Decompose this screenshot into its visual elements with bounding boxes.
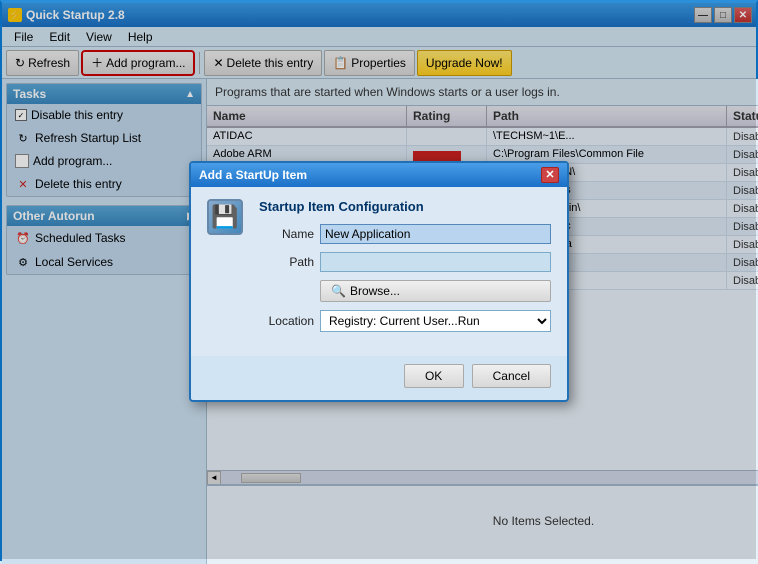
name-label: Name — [259, 227, 314, 241]
dialog-form: Startup Item Configuration Name Path 🔍 B… — [259, 199, 551, 344]
main-window: ⚡ Quick Startup 2.8 — □ ✕ File Edit View… — [0, 0, 758, 561]
name-row: Name — [259, 224, 551, 244]
name-input[interactable] — [320, 224, 551, 244]
dialog-close-button[interactable]: ✕ — [541, 167, 559, 183]
browse-icon: 🔍 — [331, 284, 346, 298]
location-row: Location Registry: Current User...Run — [259, 310, 551, 332]
path-label: Path — [259, 255, 314, 269]
dialog-app-icon: 💾 — [207, 199, 243, 235]
dialog-body: 💾 Startup Item Configuration Name Path � — [191, 187, 567, 356]
ok-button[interactable]: OK — [404, 364, 464, 388]
browse-button[interactable]: 🔍 Browse... — [320, 280, 551, 302]
path-input[interactable] — [320, 252, 551, 272]
modal-overlay: Add a StartUp Item ✕ 💾 Startup Item Conf… — [2, 3, 756, 559]
dialog-title-text: Add a StartUp Item — [199, 168, 307, 182]
location-select[interactable]: Registry: Current User...Run — [320, 310, 551, 332]
cancel-button[interactable]: Cancel — [472, 364, 551, 388]
location-label: Location — [259, 314, 314, 328]
dialog-title-bar: Add a StartUp Item ✕ — [191, 163, 567, 187]
dialog-section-title: Startup Item Configuration — [259, 199, 551, 214]
dialog-footer: OK Cancel — [191, 356, 567, 400]
path-row: Path — [259, 252, 551, 272]
add-startup-dialog: Add a StartUp Item ✕ 💾 Startup Item Conf… — [189, 161, 569, 402]
dialog-icon-area: 💾 — [207, 199, 247, 344]
